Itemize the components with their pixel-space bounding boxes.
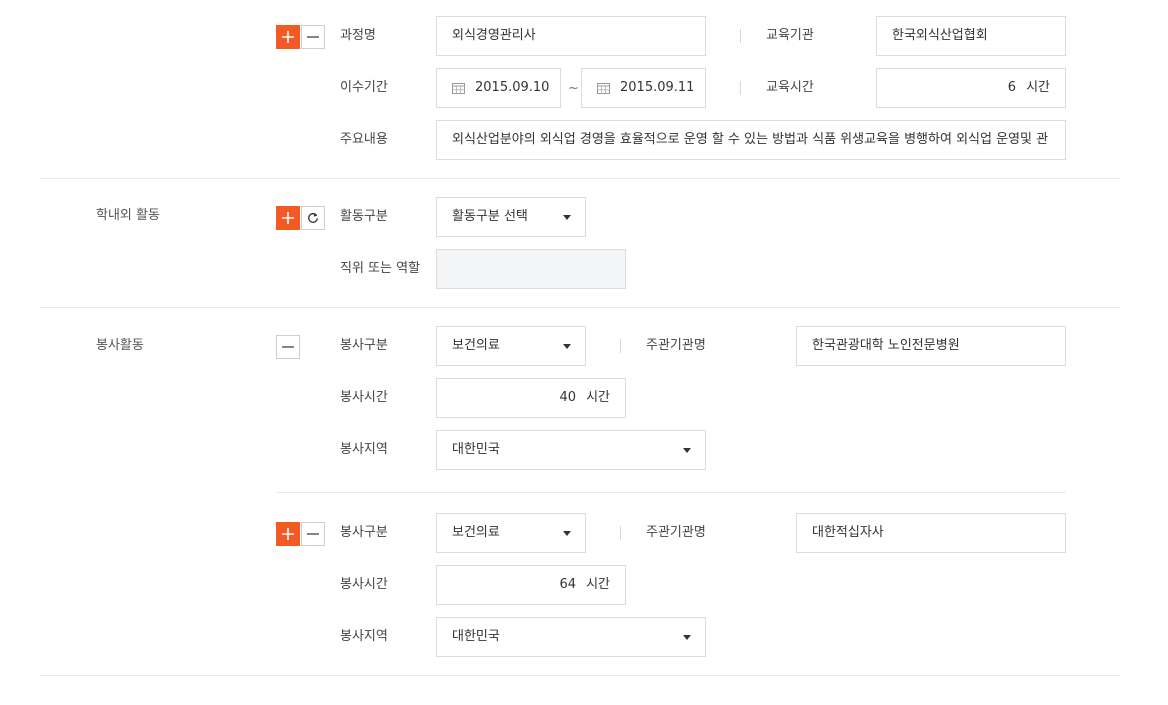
field-separator xyxy=(740,29,741,43)
chevron-down-icon xyxy=(683,448,691,453)
volunteer-hours-unit: 시간 xyxy=(586,577,610,592)
period-start-input[interactable]: 2015.09.10 xyxy=(436,68,561,108)
content-label: 주요내용 xyxy=(340,132,388,147)
calendar-icon[interactable] xyxy=(452,82,465,94)
education-hours-input[interactable]: 6 시간 xyxy=(876,68,1066,108)
volunteer-type-label: 봉사구분 xyxy=(340,525,388,540)
institution-label: 교육기관 xyxy=(766,28,814,43)
add-activity-button[interactable] xyxy=(276,206,300,230)
activity-section-title: 학내외 활동 xyxy=(96,208,160,223)
plus-icon xyxy=(282,212,294,224)
content-input[interactable]: 외식산업분야의 외식업 경영을 효율적으로 운영 할 수 있는 방법과 식품 위… xyxy=(436,120,1066,160)
add-education-button[interactable] xyxy=(276,25,300,49)
education-hours-label: 교육시간 xyxy=(766,80,814,95)
chevron-down-icon xyxy=(563,215,571,220)
remove-education-button[interactable] xyxy=(301,25,325,49)
volunteer-type-select[interactable]: 보건의료 xyxy=(436,326,586,366)
role-label: 직위 또는 역할 xyxy=(340,261,421,276)
organization-input[interactable]: 대한적십자사 xyxy=(796,513,1066,553)
remove-volunteer-button[interactable] xyxy=(301,522,325,546)
volunteer-hours-label: 봉사시간 xyxy=(340,577,388,592)
plus-icon xyxy=(282,528,294,540)
role-input[interactable] xyxy=(436,249,626,289)
field-separator xyxy=(620,339,621,353)
field-separator xyxy=(620,526,621,540)
entry-divider xyxy=(276,492,1066,493)
minus-icon xyxy=(307,533,319,535)
minus-icon xyxy=(307,36,319,38)
period-start-value: 2015.09.10 xyxy=(475,80,550,95)
activity-type-value: 활동구분 선택 xyxy=(452,209,528,224)
organization-input[interactable]: 한국관광대학 노인전문병원 xyxy=(796,326,1066,366)
refresh-icon xyxy=(308,213,318,223)
volunteer-hours-input[interactable]: 40 시간 xyxy=(436,378,626,418)
volunteer-region-label: 봉사지역 xyxy=(340,629,388,644)
remove-volunteer-button[interactable] xyxy=(276,335,300,359)
volunteer-type-value: 보건의료 xyxy=(452,525,500,540)
chevron-down-icon xyxy=(683,635,691,640)
volunteer-hours-label: 봉사시간 xyxy=(340,390,388,405)
plus-icon xyxy=(282,31,294,43)
section-divider xyxy=(40,675,1120,676)
volunteer-hours-value: 64 xyxy=(559,577,577,592)
volunteer-region-value: 대한민국 xyxy=(452,629,500,644)
education-hours-unit: 시간 xyxy=(1026,80,1050,95)
add-volunteer-button[interactable] xyxy=(276,522,300,546)
volunteer-region-value: 대한민국 xyxy=(452,442,500,457)
period-label: 이수기간 xyxy=(340,80,388,95)
activity-type-select[interactable]: 활동구분 선택 xyxy=(436,197,586,237)
volunteer-hours-input[interactable]: 64 시간 xyxy=(436,565,626,605)
minus-icon xyxy=(282,346,294,348)
volunteer-region-label: 봉사지역 xyxy=(340,442,388,457)
chevron-down-icon xyxy=(563,344,571,349)
institution-input[interactable]: 한국외식산업협회 xyxy=(876,16,1066,56)
volunteer-type-select[interactable]: 보건의료 xyxy=(436,513,586,553)
field-separator xyxy=(740,81,741,95)
course-name-input[interactable]: 외식경영관리사 xyxy=(436,16,706,56)
volunteer-section-title: 봉사활동 xyxy=(96,338,144,353)
course-name-label: 과정명 xyxy=(340,28,376,43)
volunteer-region-select[interactable]: 대한민국 xyxy=(436,617,706,657)
chevron-down-icon xyxy=(563,531,571,536)
organization-label: 주관기관명 xyxy=(646,525,706,540)
section-divider xyxy=(40,178,1120,179)
volunteer-type-label: 봉사구분 xyxy=(340,338,388,353)
period-end-input[interactable]: 2015.09.11 xyxy=(581,68,706,108)
section-divider xyxy=(40,307,1120,308)
reset-activity-button[interactable] xyxy=(301,206,325,230)
volunteer-hours-value: 40 xyxy=(559,390,577,405)
organization-label: 주관기관명 xyxy=(646,338,706,353)
volunteer-type-value: 보건의료 xyxy=(452,338,500,353)
volunteer-region-select[interactable]: 대한민국 xyxy=(436,430,706,470)
period-end-value: 2015.09.11 xyxy=(620,80,695,95)
education-hours-value: 6 xyxy=(1007,80,1017,95)
activity-type-label: 활동구분 xyxy=(340,209,388,224)
calendar-icon[interactable] xyxy=(597,82,610,94)
period-tilde: ~ xyxy=(568,81,579,96)
volunteer-hours-unit: 시간 xyxy=(586,390,610,405)
